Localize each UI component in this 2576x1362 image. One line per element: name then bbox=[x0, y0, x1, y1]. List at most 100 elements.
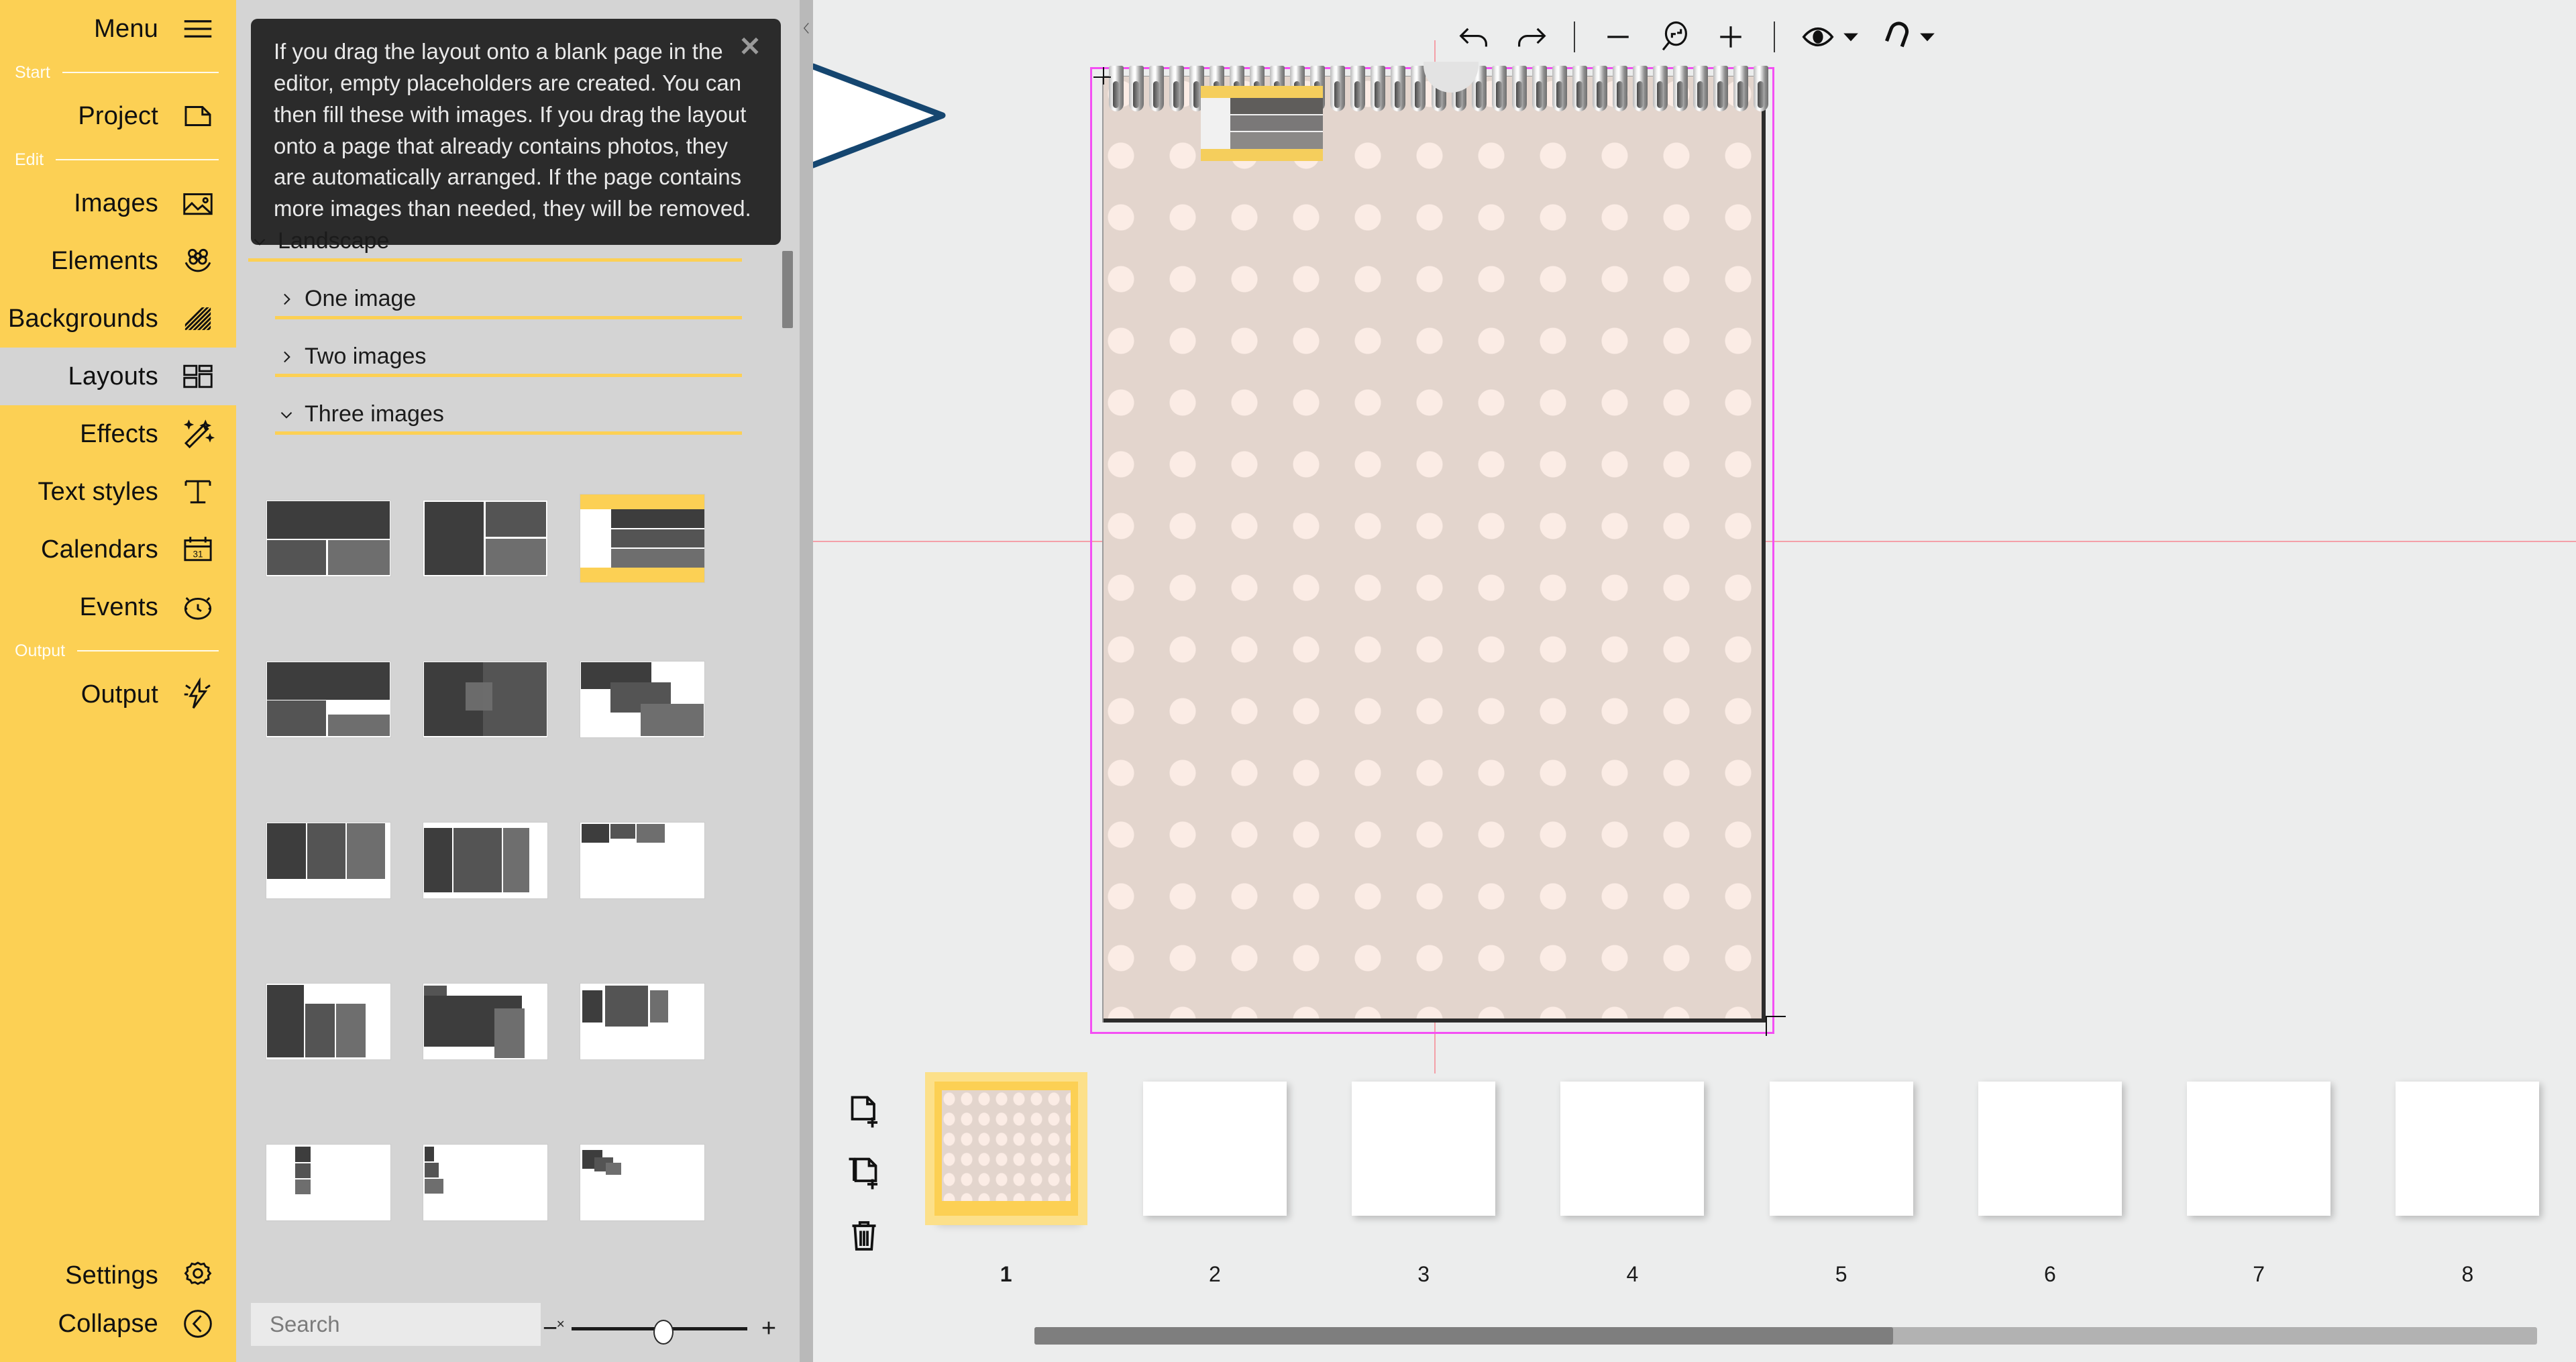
page-thumbnail[interactable]: 1 bbox=[902, 1082, 1110, 1283]
settings-label: Settings bbox=[65, 1261, 158, 1290]
page-thumbnail[interactable]: 6 bbox=[1945, 1082, 2154, 1283]
layout-thumbnail[interactable] bbox=[408, 458, 562, 619]
panel-collapse-handle[interactable] bbox=[800, 0, 813, 1362]
sidebar-item-label: Backgrounds bbox=[8, 305, 158, 333]
spiral-ring bbox=[1350, 66, 1365, 111]
section-output: Output bbox=[0, 636, 236, 666]
spiral-ring bbox=[1593, 66, 1607, 111]
spiral-ring bbox=[1572, 66, 1587, 111]
accordion-group-landscape[interactable]: Landscape bbox=[248, 228, 742, 262]
zoom-out-button[interactable]: − bbox=[535, 1314, 565, 1343]
sidebar-item-backgrounds[interactable]: Backgrounds bbox=[0, 290, 236, 348]
export-burst-icon bbox=[177, 674, 219, 715]
page-thumbnail[interactable]: 2 bbox=[1110, 1082, 1319, 1283]
close-icon[interactable]: ✕ bbox=[737, 34, 763, 60]
layout-thumbnail[interactable] bbox=[565, 780, 719, 941]
spiral-ring bbox=[1673, 66, 1688, 111]
layout-thumbnail[interactable] bbox=[251, 619, 405, 780]
scrollbar-track bbox=[782, 251, 793, 1284]
layout-thumbnail[interactable] bbox=[565, 941, 719, 1102]
settings-button[interactable]: Settings bbox=[0, 1247, 236, 1304]
sidebar-item-label: Effects bbox=[80, 420, 158, 449]
sidebar-item-layouts[interactable]: Layouts bbox=[0, 348, 236, 405]
calendar-page[interactable] bbox=[1104, 76, 1766, 1023]
layouts-scrollbar[interactable] bbox=[782, 251, 793, 1284]
spiral-ring bbox=[1713, 66, 1728, 111]
layout-thumbnail[interactable] bbox=[251, 458, 405, 619]
magic-wand-icon bbox=[177, 413, 219, 455]
sidebar-item-label: Calendars bbox=[41, 535, 158, 564]
search-box[interactable]: ✕ bbox=[251, 1303, 541, 1346]
svg-text:31: 31 bbox=[193, 549, 203, 559]
page-thumbnail[interactable]: 5 bbox=[1737, 1082, 1945, 1283]
spiral-ring bbox=[1552, 66, 1567, 111]
sidebar-item-text-styles[interactable]: Text styles bbox=[0, 463, 236, 521]
sidebar-item-project[interactable]: Project bbox=[0, 87, 236, 145]
pages-list: 12345678 bbox=[902, 1082, 2572, 1283]
slider-knob[interactable] bbox=[653, 1320, 674, 1345]
page-thumbnail[interactable]: 8 bbox=[2363, 1082, 2572, 1283]
crop-mark-bottom-right bbox=[1752, 1006, 1779, 1036]
panel-footer: ✕ − + bbox=[236, 1288, 800, 1362]
page-thumbnail-image bbox=[1352, 1082, 1495, 1216]
sidebar-item-elements[interactable]: Elements bbox=[0, 232, 236, 290]
page-thumbnail-image bbox=[2187, 1082, 2330, 1216]
page-thumbnail[interactable]: 4 bbox=[1528, 1082, 1737, 1283]
layout-thumbnail[interactable] bbox=[565, 619, 719, 780]
page-thumbnail-image bbox=[1560, 1082, 1704, 1216]
tooltip-text: If you drag the layout onto a blank page… bbox=[274, 39, 751, 221]
pages-scrollbar[interactable] bbox=[1034, 1327, 2537, 1345]
layout-thumbnail[interactable] bbox=[251, 1102, 405, 1263]
spiral-ring bbox=[1330, 66, 1345, 111]
sidebar-item-label: Images bbox=[74, 189, 158, 218]
layout-thumbnail[interactable] bbox=[408, 619, 562, 780]
chevron-right-icon bbox=[275, 288, 298, 311]
sidebar-item-label: Project bbox=[78, 102, 158, 131]
accordion-group-three-images[interactable]: Three images bbox=[275, 401, 742, 435]
page-number: 2 bbox=[1110, 1262, 1319, 1287]
page-thumbnail-image bbox=[1978, 1082, 2122, 1216]
page-number: 8 bbox=[2363, 1262, 2572, 1287]
search-input[interactable] bbox=[251, 1311, 556, 1338]
page-canvas[interactable] bbox=[813, 0, 2576, 1073]
layout-thumbnail[interactable] bbox=[408, 780, 562, 941]
section-label: Start bbox=[15, 63, 50, 83]
sidebar-item-events[interactable]: Events bbox=[0, 578, 236, 636]
sidebar-item-images[interactable]: Images bbox=[0, 174, 236, 232]
menu-button[interactable]: Menu bbox=[0, 0, 236, 58]
page-thumbnail[interactable]: 7 bbox=[2155, 1082, 2363, 1283]
delete-page-icon[interactable] bbox=[843, 1214, 885, 1257]
layout-thumbnail[interactable] bbox=[251, 780, 405, 941]
layout-thumbnail[interactable] bbox=[408, 1102, 562, 1263]
accordion-group-two-images[interactable]: Two images bbox=[275, 344, 742, 377]
layout-thumbnail[interactable] bbox=[408, 941, 562, 1102]
layout-thumbnail[interactable] bbox=[251, 941, 405, 1102]
scrollbar-thumb[interactable] bbox=[1034, 1327, 1893, 1345]
section-rule bbox=[56, 159, 219, 160]
spiral-ring bbox=[1693, 66, 1708, 111]
page-tools bbox=[839, 1091, 890, 1257]
zoom-in-button[interactable]: + bbox=[754, 1314, 784, 1343]
accordion-label: Three images bbox=[305, 401, 444, 427]
sidebar-item-output[interactable]: Output bbox=[0, 666, 236, 723]
duplicate-page-icon[interactable] bbox=[843, 1153, 885, 1196]
page-thumbnail-image bbox=[1143, 1082, 1287, 1216]
layout-thumbnail[interactable] bbox=[565, 1102, 719, 1263]
page-thumbnail[interactable]: 3 bbox=[1320, 1082, 1528, 1283]
sidebar-item-effects[interactable]: Effects bbox=[0, 405, 236, 463]
layout-thumbnail[interactable] bbox=[565, 458, 719, 619]
layout-accordion: Landscape One image bbox=[236, 228, 800, 1288]
page-number: 6 bbox=[1945, 1262, 2154, 1287]
accordion-group-one-image[interactable]: One image bbox=[275, 286, 742, 319]
spiral-ring bbox=[1754, 66, 1768, 111]
scrollbar-thumb[interactable] bbox=[782, 251, 793, 328]
sidebar-item-calendars[interactable]: Calendars 31 bbox=[0, 521, 236, 578]
chevron-down-icon bbox=[275, 403, 298, 426]
collapse-button[interactable]: Collapse bbox=[0, 1304, 236, 1362]
thumbnail-zoom-control: − + bbox=[535, 1314, 784, 1343]
add-page-icon[interactable] bbox=[843, 1091, 885, 1134]
zoom-slider[interactable] bbox=[572, 1314, 747, 1343]
accordion-underline bbox=[275, 374, 742, 377]
page-number: 3 bbox=[1320, 1262, 1528, 1287]
calendar-31-icon: 31 bbox=[177, 529, 219, 570]
